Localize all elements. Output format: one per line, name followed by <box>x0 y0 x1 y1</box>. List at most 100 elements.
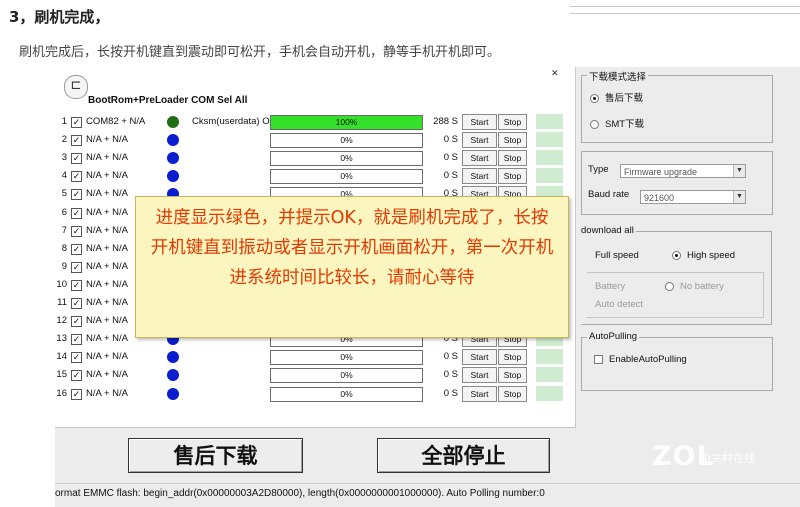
stop-button[interactable]: Stop <box>498 150 527 167</box>
stop-button[interactable]: Stop <box>498 385 527 402</box>
com-port-label: N/A + N/A <box>86 351 128 363</box>
stop-button[interactable]: Stop <box>498 132 527 149</box>
progress-bar: 0% <box>270 169 423 185</box>
zol-watermark-subtitle: 中关村在线 <box>700 452 755 465</box>
port-indicator <box>536 367 563 383</box>
row-checkbox[interactable]: ✓ <box>71 298 82 309</box>
com-port-label: N/A + N/A <box>86 242 128 254</box>
checkbox-icon[interactable] <box>594 354 603 364</box>
com-port-label: N/A + N/A <box>86 134 128 146</box>
port-row: 1 ✓ COM82 + N/A Cksm(userdata) OK 100% 288 S S… <box>55 114 575 131</box>
row-checkbox[interactable]: ✓ <box>71 316 82 328</box>
dropdown-arrow-icon[interactable]: ▼ <box>733 191 745 203</box>
row-checkbox[interactable]: ✓ <box>71 117 82 128</box>
column-header: BootRom+PreLoader COM Sel All <box>88 95 248 106</box>
com-port-label: N/A + N/A <box>86 315 128 327</box>
row-checkbox[interactable]: ✓ <box>71 370 82 382</box>
status-bar: ormat EMMC flash: begin_addr(0x00000003A… <box>55 483 800 507</box>
row-checkbox[interactable]: ✓ <box>71 207 82 219</box>
start-button[interactable]: Start <box>462 150 497 167</box>
auto-detect-label: Auto detect <box>595 299 644 310</box>
row-number: 14 <box>56 351 67 363</box>
after-sales-download-button[interactable]: 售后下载 <box>128 438 303 473</box>
port-indicator <box>536 349 563 365</box>
row-number: 13 <box>56 333 67 345</box>
progress-text: 0% <box>340 370 353 381</box>
auto-detect-option[interactable]: Auto detect <box>595 299 643 310</box>
progress-bar: 0% <box>270 133 423 149</box>
stop-button[interactable]: Stop <box>498 349 527 366</box>
stop-button[interactable]: Stop <box>498 367 527 384</box>
full-speed-option[interactable]: Full speed <box>595 250 639 261</box>
stop-button[interactable]: Stop <box>498 168 527 185</box>
dropdown-arrow-icon[interactable]: ▼ <box>733 165 745 177</box>
stop-all-button[interactable]: 全部停止 <box>377 438 550 473</box>
download-mode-group: 下载模式选择 售后下载 SMT下载 <box>581 69 773 143</box>
progress-bar: 0% <box>270 368 423 384</box>
progress-text: 100% <box>335 117 358 127</box>
progress-bar: 100% <box>270 115 423 130</box>
radio-icon[interactable] <box>672 250 681 260</box>
settings-group: Type Firmware upgrade ▼ Baud rate 921600 ▼ <box>581 151 773 215</box>
row-checkbox[interactable]: ✓ <box>71 189 82 201</box>
row-number: 1 <box>61 116 67 127</box>
no-battery-option[interactable]: No battery <box>665 281 724 292</box>
com-port-label: COM82 + N/A <box>86 116 146 127</box>
com-port-label: N/A + N/A <box>86 152 128 164</box>
row-checkbox[interactable]: ✓ <box>71 243 82 255</box>
close-icon[interactable]: ✕ <box>551 69 559 79</box>
row-checkbox[interactable]: ✓ <box>71 171 82 183</box>
start-button[interactable]: Start <box>462 132 497 149</box>
row-number: 15 <box>56 369 67 381</box>
start-button[interactable]: Start <box>462 385 497 402</box>
start-button[interactable]: Start <box>462 168 497 185</box>
auto-polling-legend: AutoPulling <box>587 331 640 342</box>
row-checkbox[interactable]: ✓ <box>71 352 82 364</box>
elapsed-seconds: 0 S <box>443 369 458 381</box>
status-dot-icon <box>167 351 179 364</box>
start-button[interactable]: Start <box>462 349 497 366</box>
row-checkbox[interactable]: ✓ <box>71 279 82 291</box>
elapsed-seconds: 0 S <box>443 152 458 164</box>
status-dot-icon <box>167 134 179 147</box>
mode-option-after-sales[interactable]: 售后下载 <box>590 90 643 104</box>
row-number: 4 <box>61 170 67 182</box>
mode-option-smt[interactable]: SMT下载 <box>590 116 644 130</box>
start-button[interactable]: Start <box>462 114 497 130</box>
com-port-label: N/A + N/A <box>86 206 128 218</box>
port-indicator <box>536 168 563 184</box>
baud-rate-select[interactable]: 921600 ▼ <box>640 190 746 204</box>
enable-auto-polling-checkbox[interactable]: EnableAutoPulling <box>594 354 687 365</box>
row-checkbox[interactable]: ✓ <box>71 135 82 147</box>
progress-bar: 0% <box>270 151 423 167</box>
port-row: 15 ✓ N/A + N/A 0% 0 S Start Stop <box>55 367 575 384</box>
row-number: 3 <box>61 152 67 164</box>
port-row: 2 ✓ N/A + N/A 0% 0 S Start Stop <box>55 132 575 149</box>
progress-text: 0% <box>340 388 353 399</box>
no-battery-label: No battery <box>680 281 724 292</box>
radio-icon[interactable] <box>590 93 599 103</box>
annotation-callout: 进度显示绿色，并提示OK，就是刷机完成了，长按开机键直到振动或者显示开机画面松开… <box>135 196 569 338</box>
high-speed-option[interactable]: High speed <box>672 250 735 261</box>
row-number: 16 <box>56 387 67 399</box>
row-checkbox[interactable]: ✓ <box>71 225 82 237</box>
usb-plug-icon[interactable]: ⊏ <box>64 75 88 99</box>
stop-button[interactable]: Stop <box>498 114 527 130</box>
progress-text: 0% <box>340 153 353 164</box>
row-checkbox[interactable]: ✓ <box>71 261 82 273</box>
row-checkbox[interactable]: ✓ <box>71 388 82 400</box>
full-speed-label: Full speed <box>595 250 639 261</box>
com-port-label: N/A + N/A <box>86 170 128 182</box>
type-select-value: Firmware upgrade <box>624 167 698 177</box>
port-row: 14 ✓ N/A + N/A 0% 0 S Start Stop <box>55 349 575 366</box>
row-checkbox[interactable]: ✓ <box>71 153 82 165</box>
status-dot-icon <box>167 170 179 183</box>
row-checkbox[interactable]: ✓ <box>71 334 82 346</box>
battery-option[interactable]: Battery <box>595 281 625 292</box>
article-heading: 3，刷机完成， <box>9 8 110 26</box>
type-select[interactable]: Firmware upgrade ▼ <box>620 164 746 178</box>
start-button[interactable]: Start <box>462 367 497 384</box>
radio-icon[interactable] <box>665 281 674 291</box>
radio-icon[interactable] <box>590 119 599 129</box>
progress-text: 0% <box>340 352 353 363</box>
